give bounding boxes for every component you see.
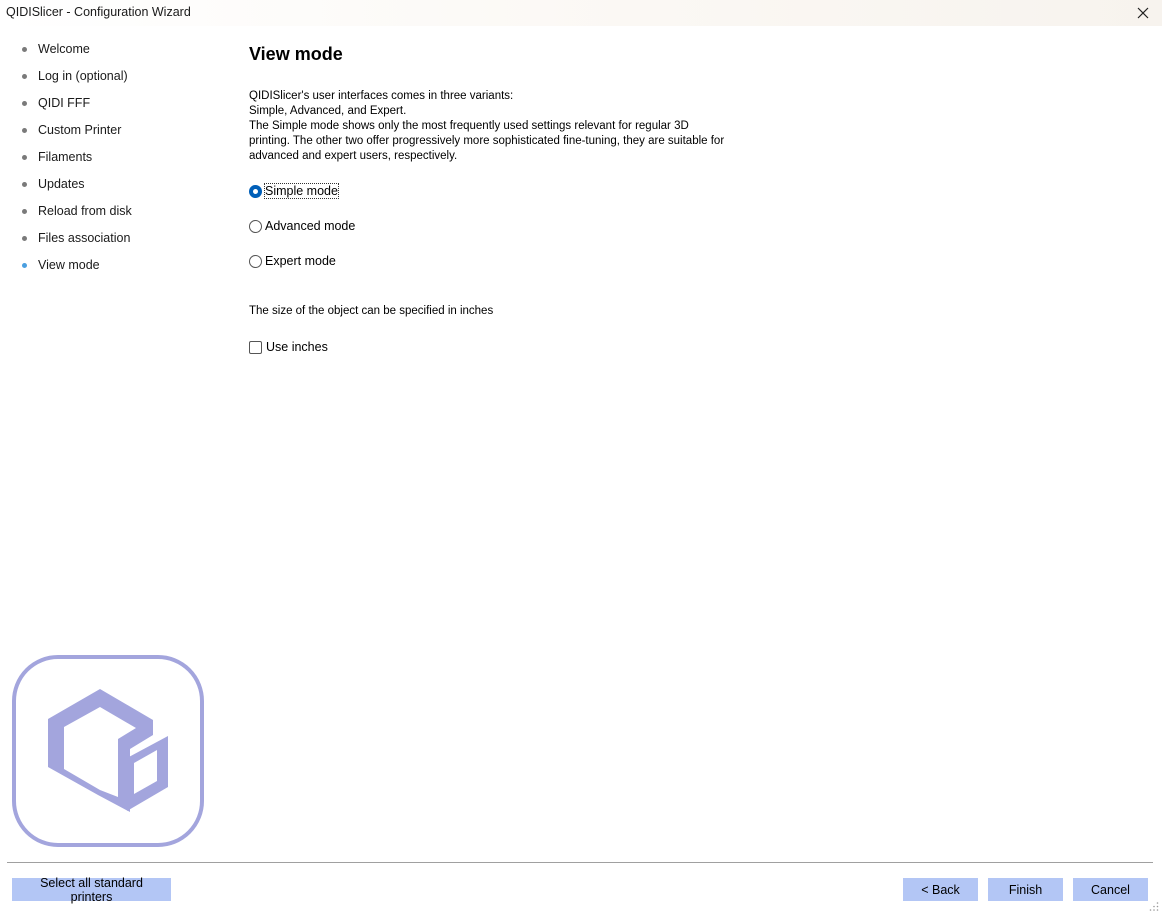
bullet-icon (22, 236, 27, 241)
qidi-logo (12, 655, 204, 847)
active-bullet-icon (22, 263, 27, 268)
radio-unchecked-icon[interactable] (249, 219, 262, 233)
sidebar-item-label: Custom Printer (38, 123, 122, 137)
title-bar: QIDISlicer - Configuration Wizard (0, 0, 1162, 26)
back-button[interactable]: < Back (903, 878, 978, 901)
sidebar-item-log-in[interactable]: Log in (optional) (0, 63, 230, 90)
finish-button[interactable]: Finish (988, 878, 1063, 901)
sidebar-item-label: QIDI FFF (38, 96, 91, 110)
sidebar-item-label: Welcome (38, 42, 90, 56)
checkbox-label: Use inches (266, 340, 328, 354)
bullet-icon (22, 101, 27, 106)
radio-label: Advanced mode (265, 219, 356, 233)
sidebar-item-label: Reload from disk (38, 204, 132, 218)
bullet-icon (22, 182, 27, 187)
radio-label: Simple mode (264, 183, 339, 199)
sidebar-item-custom-printer[interactable]: Custom Printer (0, 117, 230, 144)
sidebar-item-welcome[interactable]: Welcome (0, 36, 230, 63)
bullet-icon (22, 209, 27, 214)
window-title: QIDISlicer - Configuration Wizard (6, 5, 191, 19)
wizard-sidebar: Welcome Log in (optional) QIDI FFF Custo… (0, 36, 230, 279)
description-line: printing. The other two offer progressiv… (249, 135, 725, 147)
sidebar-item-updates[interactable]: Updates (0, 171, 230, 198)
description-line: advanced and expert users, respectively. (249, 150, 458, 162)
bullet-icon (22, 74, 27, 79)
sidebar-item-label: Updates (38, 177, 85, 191)
cancel-button[interactable]: Cancel (1073, 878, 1148, 901)
inches-description: The size of the object can be specified … (249, 305, 494, 317)
sidebar-item-qidi-fff[interactable]: QIDI FFF (0, 90, 230, 117)
sidebar-item-label: Files association (38, 231, 131, 245)
description-line: QIDISlicer's user interfaces comes in th… (249, 90, 514, 102)
description: QIDISlicer's user interfaces comes in th… (249, 89, 769, 164)
bullet-icon (22, 155, 27, 160)
close-icon (1137, 7, 1149, 19)
checkbox-unchecked-icon[interactable] (249, 340, 262, 354)
radio-checked-icon[interactable] (249, 184, 262, 198)
sidebar-item-label: View mode (38, 258, 100, 272)
close-button[interactable] (1130, 0, 1156, 26)
sidebar-item-filaments[interactable]: Filaments (0, 144, 230, 171)
description-line: Simple, Advanced, and Expert. (249, 105, 407, 117)
description-line: The Simple mode shows only the most freq… (249, 120, 689, 132)
bullet-icon (22, 128, 27, 133)
simple-mode-radio[interactable]: Simple mode (249, 183, 339, 199)
bullet-icon (22, 47, 27, 52)
use-inches-checkbox[interactable]: Use inches (249, 340, 328, 354)
expert-mode-radio[interactable]: Expert mode (249, 253, 336, 269)
sidebar-item-label: Log in (optional) (38, 69, 128, 83)
sidebar-item-label: Filaments (38, 150, 93, 164)
advanced-mode-radio[interactable]: Advanced mode (249, 218, 355, 234)
footer-divider (7, 862, 1153, 863)
page-title: View mode (249, 44, 343, 64)
resize-grip-icon[interactable] (1149, 901, 1159, 911)
sidebar-item-view-mode[interactable]: View mode (0, 252, 230, 279)
radio-label: Expert mode (265, 254, 336, 268)
sidebar-item-reload-from-disk[interactable]: Reload from disk (0, 198, 230, 225)
select-all-standard-printers-button[interactable]: Select all standard printers (12, 876, 171, 904)
sidebar-item-files-association[interactable]: Files association (0, 225, 230, 252)
radio-unchecked-icon[interactable] (249, 254, 262, 268)
